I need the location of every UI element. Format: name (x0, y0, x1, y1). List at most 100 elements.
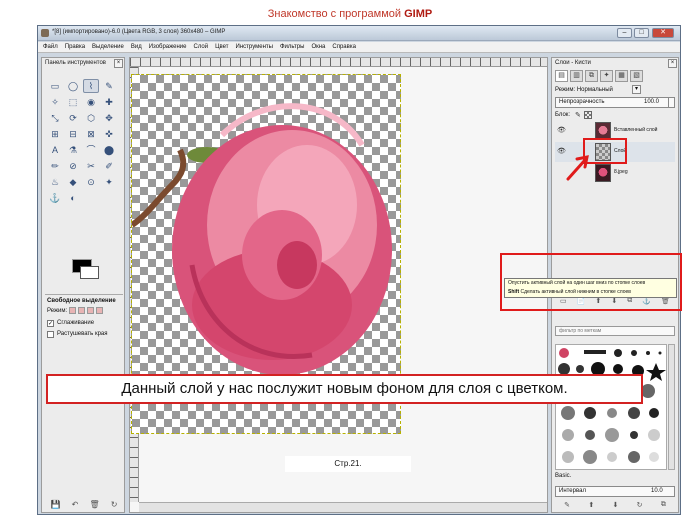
title-bar[interactable]: *[8] (импортировано)-6.0 (Цвета RGB, 3 с… (38, 26, 680, 41)
tool-button[interactable]: ✐ (101, 159, 117, 173)
toolbox-close-button[interactable]: × (114, 59, 123, 68)
tool-button[interactable]: ⊞ (47, 127, 63, 141)
feather-checkbox[interactable] (47, 331, 54, 338)
tool-button[interactable]: ⬤ (101, 143, 117, 157)
interval-slider[interactable]: Интервал 10.0 (555, 486, 675, 497)
tool-button[interactable]: ⊙ (83, 175, 99, 189)
layers-panel-title: Слои - Кисти (555, 60, 591, 66)
layer-name: 8.jpeg (614, 169, 628, 175)
tool-button[interactable]: ✚ (101, 95, 117, 109)
horizontal-ruler (130, 58, 547, 67)
page-number: Стр.21. (285, 456, 411, 472)
tool-button[interactable]: ⚓ (47, 191, 63, 205)
menu-item[interactable]: Файл (43, 44, 58, 50)
tool-button[interactable]: ✧ (47, 95, 63, 109)
tag-filter-input[interactable]: фильтр по меткам (555, 326, 675, 336)
visibility-eye-icon[interactable]: 👁 (557, 126, 566, 134)
tool-button[interactable]: ⟳ (65, 111, 81, 125)
brush-action-button[interactable]: ⬇ (612, 501, 618, 511)
tool-button[interactable]: ⌒ (83, 143, 99, 157)
menu-item[interactable]: Выделение (92, 44, 124, 50)
tool-button[interactable]: ⊘ (65, 159, 81, 173)
tool-button[interactable]: ◉ (83, 95, 99, 109)
tool-button[interactable]: ◐ (65, 191, 81, 205)
toolbox-bottom-icon[interactable]: 💾 (51, 500, 61, 512)
layer-mode-label: Режим: Нормальный (555, 87, 613, 93)
slide: Знакомство с программой GIMP *[8] (импор… (0, 0, 700, 525)
mode-label: Режим: (47, 308, 68, 314)
tool-button[interactable]: ✜ (101, 127, 117, 141)
lock-pixels-icon[interactable]: ✎ (575, 111, 581, 119)
dock-tab[interactable]: ▦ (615, 70, 628, 82)
tool-button[interactable]: ⬚ (65, 95, 81, 109)
tool-options-title: Свободное выделение (47, 298, 116, 304)
minimize-button[interactable]: – (617, 28, 632, 38)
opacity-slider[interactable]: Непрозрачность 100.0 (555, 97, 675, 108)
menu-item[interactable]: Окна (311, 44, 325, 50)
tool-button[interactable]: ♨ (47, 175, 63, 189)
toolbox-bottom-icon[interactable]: ↻ (111, 500, 118, 512)
tool-button[interactable]: ⬡ (83, 111, 99, 125)
menu-item[interactable]: Слой (194, 44, 209, 50)
toolbox-title: Панель инструментов (45, 60, 106, 66)
caption-box: Данный слой у нас послужит новым фоном д… (46, 374, 643, 404)
tool-button[interactable]: ✏ (47, 159, 63, 173)
menu-item[interactable]: Справка (332, 44, 356, 50)
mode-subtract-button[interactable] (87, 307, 94, 314)
tool-button[interactable]: ✂ (83, 159, 99, 173)
tool-button[interactable]: ✦ (101, 175, 117, 189)
layer-mode-dropdown[interactable]: ▾ (632, 85, 641, 94)
dock-tab[interactable]: ▧ (630, 70, 643, 82)
toolbox-bottom-icon[interactable]: 🗑 (89, 500, 99, 512)
dock-tab[interactable]: ▤ (555, 70, 568, 82)
tool-button[interactable]: ⌇ (83, 79, 99, 93)
tool-button[interactable]: ◆ (65, 175, 81, 189)
toolbox-bottom-bar: 💾 ↶ 🗑 ↻ (45, 500, 123, 512)
antialias-checkbox[interactable]: ✓ (47, 320, 54, 327)
mode-intersect-button[interactable] (96, 307, 103, 314)
brush-action-button[interactable]: ⬆ (588, 501, 594, 511)
tool-button[interactable]: A (47, 143, 63, 157)
toolbox-bottom-icon[interactable]: ↶ (72, 500, 79, 512)
tool-button[interactable]: ▭ (47, 79, 63, 93)
menu-item[interactable]: Изображение (149, 44, 187, 50)
tool-button[interactable]: ⚗ (65, 143, 81, 157)
brushes-scrollbar[interactable] (668, 344, 675, 470)
dock-tab[interactable]: ⧉ (585, 70, 598, 82)
background-color-swatch[interactable] (80, 266, 99, 279)
menu-item[interactable]: Инструменты (236, 44, 273, 50)
toolbox-panel: Панель инструментов × ▭ ◯ ⌇ ✎ ✧ ⬚ ◉ ✚ ⤡ ⟳ ⬡ ✥ ⊞ ⊟ ⊠ ✜ A ⚗… (41, 57, 125, 513)
menu-item[interactable]: Фильтры (280, 44, 304, 50)
mode-add-button[interactable] (78, 307, 85, 314)
tool-button[interactable]: ◯ (65, 79, 81, 93)
horizontal-scrollbar[interactable] (139, 502, 547, 512)
interval-value: 10.0 (651, 488, 663, 494)
brushes-preview (558, 348, 666, 464)
lock-alpha-icon[interactable] (584, 111, 592, 119)
close-button[interactable]: ✕ (652, 28, 674, 38)
opacity-value: 100.0 (644, 99, 660, 105)
brush-name: Basic. (555, 473, 572, 479)
layers-panel-close-button[interactable]: × (668, 59, 677, 68)
slide-title-app: GIMP (404, 8, 433, 20)
tool-button[interactable]: ✥ (101, 111, 117, 125)
mode-replace-button[interactable] (69, 307, 76, 314)
brushes-grid[interactable] (555, 344, 667, 470)
opacity-spinner[interactable] (668, 98, 675, 107)
brush-action-button[interactable]: ✎ (564, 501, 570, 511)
maximize-button[interactable]: □ (634, 28, 649, 38)
tool-button[interactable]: ⤡ (47, 111, 63, 125)
tooltip-line-2: Shift Сделать активный слой нижним в сто… (508, 288, 676, 297)
dock-tab[interactable]: ✦ (600, 70, 613, 82)
menu-item[interactable]: Правка (65, 44, 85, 50)
tool-button[interactable]: ⊟ (65, 127, 81, 141)
menu-item[interactable]: Цвет (215, 44, 228, 50)
brush-action-button[interactable]: ↻ (637, 501, 643, 511)
tool-button[interactable]: ⊠ (83, 127, 99, 141)
lock-label: Блок: (555, 112, 571, 118)
dock-tab[interactable]: ▥ (570, 70, 583, 82)
menu-item[interactable]: Вид (131, 44, 142, 50)
tag-filter-placeholder: фильтр по меткам (559, 328, 602, 334)
tool-button[interactable]: ✎ (101, 79, 117, 93)
brush-action-button[interactable]: ⧉ (661, 501, 666, 511)
